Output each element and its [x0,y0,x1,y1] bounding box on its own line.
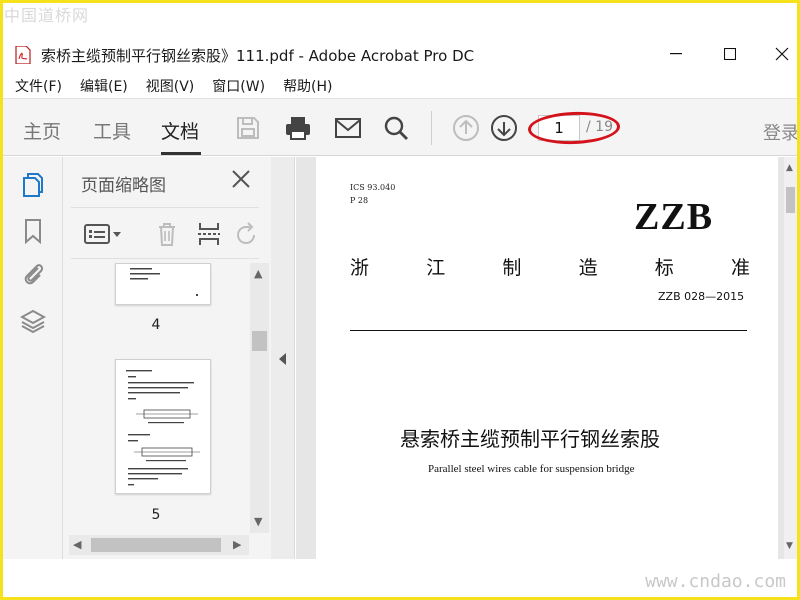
bookmark-icon [25,219,41,244]
print-icon [286,117,310,140]
tab-home[interactable]: 主页 [23,117,61,144]
search-icon [384,116,408,140]
active-tab-indicator [161,152,201,155]
toolbar-separator [431,111,432,145]
pdf-file-icon [15,46,31,64]
main-toolbar: 主页 工具 文档 1 / 19 登录 [3,98,799,156]
standard-char: 江 [426,257,446,279]
search-button[interactable] [381,113,411,143]
menu-help[interactable]: 帮助(H) [283,76,332,96]
page-options-button[interactable] [83,220,123,248]
menu-window[interactable]: 窗口(W) [212,76,265,96]
ics-code: ICS 93.040 [350,183,396,192]
save-icon [237,117,259,139]
save-button[interactable] [233,113,263,143]
scroll-left-arrow[interactable]: ◀ [73,538,81,551]
page-options-icon [84,224,121,244]
maximize-icon [724,48,736,60]
thumbnail-horizontal-scrollbar[interactable]: ◀ ▶ [69,535,249,555]
delete-icon [159,223,175,246]
minimize-icon [670,53,682,55]
scrollbar-thumb[interactable] [252,331,267,351]
email-icon [335,118,361,138]
document-view: ICS 93.040 P 28 ZZB 浙 江 制 造 标 准 ZZB 028—… [296,157,784,559]
thumbnail-page[interactable] [115,359,211,494]
email-button[interactable] [333,113,363,143]
watermark-bottom: www.cndao.com [645,571,786,592]
close-icon [775,47,789,61]
menu-file[interactable]: 文件(F) [15,76,62,96]
menu-view[interactable]: 视图(V) [146,76,195,96]
page-thumbnails-icon [23,173,43,197]
window-title: 索桥主缆预制平行钢丝索股》111.pdf - Adobe Acrobat Pro… [41,47,475,65]
panel-collapse-strip[interactable] [271,157,295,559]
pdf-page: ICS 93.040 P 28 ZZB 浙 江 制 造 标 准 ZZB 028—… [316,157,778,559]
menu-edit[interactable]: 编辑(E) [80,76,128,96]
page-thumbnails-panel: 页面缩略图 4 5 ▲ ▼ ◀ ▶ [63,157,271,559]
delete-page-button[interactable] [153,220,181,248]
thumbnail-label: 4 [151,317,161,333]
thumbnail-page-preview [130,268,198,296]
scrollbar-thumb[interactable] [786,187,795,213]
scroll-down-arrow[interactable]: ▼ [786,541,793,551]
page-down-icon [491,115,517,141]
thumbnail-label: 5 [151,507,161,523]
header-rule [350,330,747,331]
close-window-button[interactable] [759,38,800,70]
scroll-down-arrow[interactable]: ▼ [254,515,262,528]
classification-code: P 28 [350,196,369,205]
standard-char: 浙 [350,257,370,279]
login-link[interactable]: 登录 [763,119,799,145]
maximize-button[interactable] [707,38,753,70]
page-up-icon [453,115,479,141]
layers-icon [20,309,46,334]
standard-char: 造 [578,257,598,279]
thumbnail-page[interactable] [115,263,211,305]
thumbnail-list: 4 5 [63,263,249,533]
bookmarks-button[interactable] [19,217,47,245]
scroll-right-arrow[interactable]: ▶ [233,538,241,551]
menu-bar: 文件(F) 编辑(E) 视图(V) 窗口(W) 帮助(H) [3,74,797,98]
close-icon [232,170,250,188]
standard-char: 准 [730,257,750,279]
print-button[interactable] [283,113,313,143]
minimize-button[interactable] [653,38,699,70]
tab-tools[interactable]: 工具 [93,117,131,144]
previous-page-button[interactable] [451,113,481,143]
thumbnail-page-preview [126,370,200,486]
scrollbar-thumb[interactable] [91,538,221,552]
document-title: 悬索桥主缆预制平行钢丝索股 [400,427,660,451]
title-bar: 索桥主缆预制平行钢丝索股》111.pdf - Adobe Acrobat Pro… [3,38,797,72]
standard-number: ZZB 028—2015 [658,290,745,303]
page-thumbnails-button[interactable] [19,171,47,199]
ics-code-block: ICS 93.040 P 28 [350,181,395,207]
extract-page-button[interactable] [195,220,223,248]
standard-line: 浙 江 制 造 标 准 [350,253,750,280]
left-navigation-rail [3,157,63,559]
collapse-arrow-icon [279,353,286,365]
standard-char: 制 [502,257,522,279]
rotate-page-button[interactable] [233,220,259,248]
attachment-icon [24,264,44,285]
thumbnail-toolbar [71,207,259,259]
scroll-up-arrow[interactable]: ▲ [254,267,262,280]
scroll-up-arrow[interactable]: ▲ [786,163,793,173]
close-panel-button[interactable] [229,167,253,191]
watermark-top: 中国道桥网 [4,6,90,25]
panel-title: 页面缩略图 [81,176,166,196]
extract-icon [198,223,220,245]
rotate-icon [237,222,255,244]
next-page-button[interactable] [489,113,519,143]
document-vertical-scrollbar[interactable]: ▲ ▼ [784,157,797,559]
document-subtitle: Parallel steel wires cable for suspensio… [428,463,635,475]
standard-char: 标 [654,257,674,279]
layers-button[interactable] [19,307,47,335]
tab-document[interactable]: 文档 [161,117,199,144]
brand-mark: ZZB [634,196,714,238]
attachments-button[interactable] [19,259,47,287]
thumbnail-vertical-scrollbar[interactable]: ▲ ▼ [250,263,269,533]
